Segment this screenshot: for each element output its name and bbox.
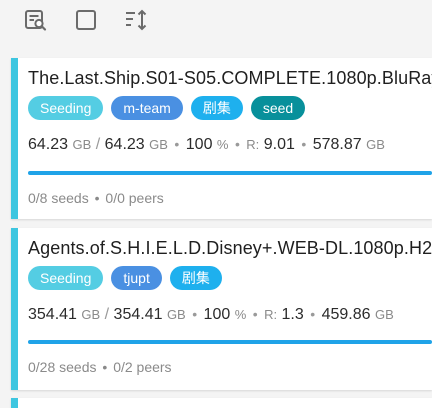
toolbar xyxy=(0,0,432,40)
dot-separator: • xyxy=(94,190,100,206)
select-all-button[interactable] xyxy=(72,6,100,34)
ratio-label: R: xyxy=(264,307,278,322)
ratio-value: 9.01 xyxy=(263,136,295,153)
downloaded-value: 354.41 xyxy=(28,306,77,323)
peer-info: 0/8 seeds • 0/0 peers xyxy=(28,190,164,206)
status-tag[interactable]: Seeding xyxy=(28,96,104,120)
dot-separator: • xyxy=(310,306,316,322)
slash-separator: / xyxy=(95,136,101,153)
downloaded-unit: GB xyxy=(72,137,92,152)
label-tag[interactable]: seed xyxy=(250,96,306,120)
dot-separator: • xyxy=(102,359,108,375)
progress-fill xyxy=(28,171,432,175)
status-tag[interactable]: Seeding xyxy=(28,266,104,290)
torrent-card[interactable]: The.Last.Ship.S01-S05.COMPLETE.1080p.Blu… xyxy=(11,58,432,219)
peers-count: 0/2 peers xyxy=(113,359,172,375)
uploaded-unit: GB xyxy=(366,137,385,152)
card-accent-bar xyxy=(11,58,18,219)
tag-list: Seeding tjupt 剧集 xyxy=(28,266,222,290)
dot-separator: • xyxy=(174,136,180,152)
torrent-name: The.Last.Ship.S01-S05.COMPLETE.1080p.Blu… xyxy=(28,68,432,88)
progress-value: 100 xyxy=(203,306,231,323)
downloaded-value: 64.23 xyxy=(28,136,69,153)
search-filter-button[interactable] xyxy=(22,6,50,34)
progress-value: 100 xyxy=(185,136,213,153)
dot-separator: • xyxy=(301,136,307,152)
card-accent-bar xyxy=(11,398,18,408)
sort-icon xyxy=(124,8,148,32)
uploaded-value: 459.86 xyxy=(321,306,371,323)
ratio-label: R: xyxy=(246,137,260,152)
checkbox-icon xyxy=(74,8,98,32)
progress-unit: % xyxy=(216,137,229,152)
torrent-card[interactable] xyxy=(11,398,432,408)
progress-bar xyxy=(28,340,432,344)
category-tag[interactable]: 剧集 xyxy=(190,96,243,120)
site-tag[interactable]: m-team xyxy=(111,96,183,120)
tag-list: Seeding m-team 剧集 seed xyxy=(28,96,306,120)
ratio-value: 1.3 xyxy=(281,306,304,323)
card-accent-bar xyxy=(11,228,18,390)
sort-button[interactable] xyxy=(122,6,150,34)
downloaded-unit: GB xyxy=(81,307,101,322)
size-value: 354.41 xyxy=(113,306,163,323)
slash-separator: / xyxy=(104,306,110,323)
torrent-stats: 64.23 GB / 64.23 GB • 100 % • R: 9.01 • … xyxy=(28,136,385,154)
dot-separator: • xyxy=(252,306,258,322)
progress-unit: % xyxy=(234,307,247,322)
peer-info: 0/28 seeds • 0/2 peers xyxy=(28,359,172,375)
progress-fill xyxy=(28,340,432,344)
progress-bar xyxy=(28,171,432,175)
site-tag[interactable]: tjupt xyxy=(111,266,162,290)
torrent-name: Agents.of.S.H.I.E.L.D.Disney+.WEB-DL.108… xyxy=(28,238,432,258)
dot-separator: • xyxy=(234,136,240,152)
peers-count: 0/0 peers xyxy=(105,190,164,206)
uploaded-value: 578.87 xyxy=(312,136,362,153)
search-filter-icon xyxy=(24,8,48,32)
size-unit: GB xyxy=(166,307,186,322)
uploaded-unit: GB xyxy=(374,307,394,322)
seeds-count: 0/8 seeds xyxy=(28,190,89,206)
torrent-card[interactable]: Agents.of.S.H.I.E.L.D.Disney+.WEB-DL.108… xyxy=(11,228,432,390)
size-value: 64.23 xyxy=(104,136,145,153)
dot-separator: • xyxy=(192,306,198,322)
torrent-stats: 354.41 GB / 354.41 GB • 100 % • R: 1.3 •… xyxy=(28,306,394,324)
size-unit: GB xyxy=(149,137,168,152)
seeds-count: 0/28 seeds xyxy=(28,359,97,375)
category-tag[interactable]: 剧集 xyxy=(169,266,222,290)
